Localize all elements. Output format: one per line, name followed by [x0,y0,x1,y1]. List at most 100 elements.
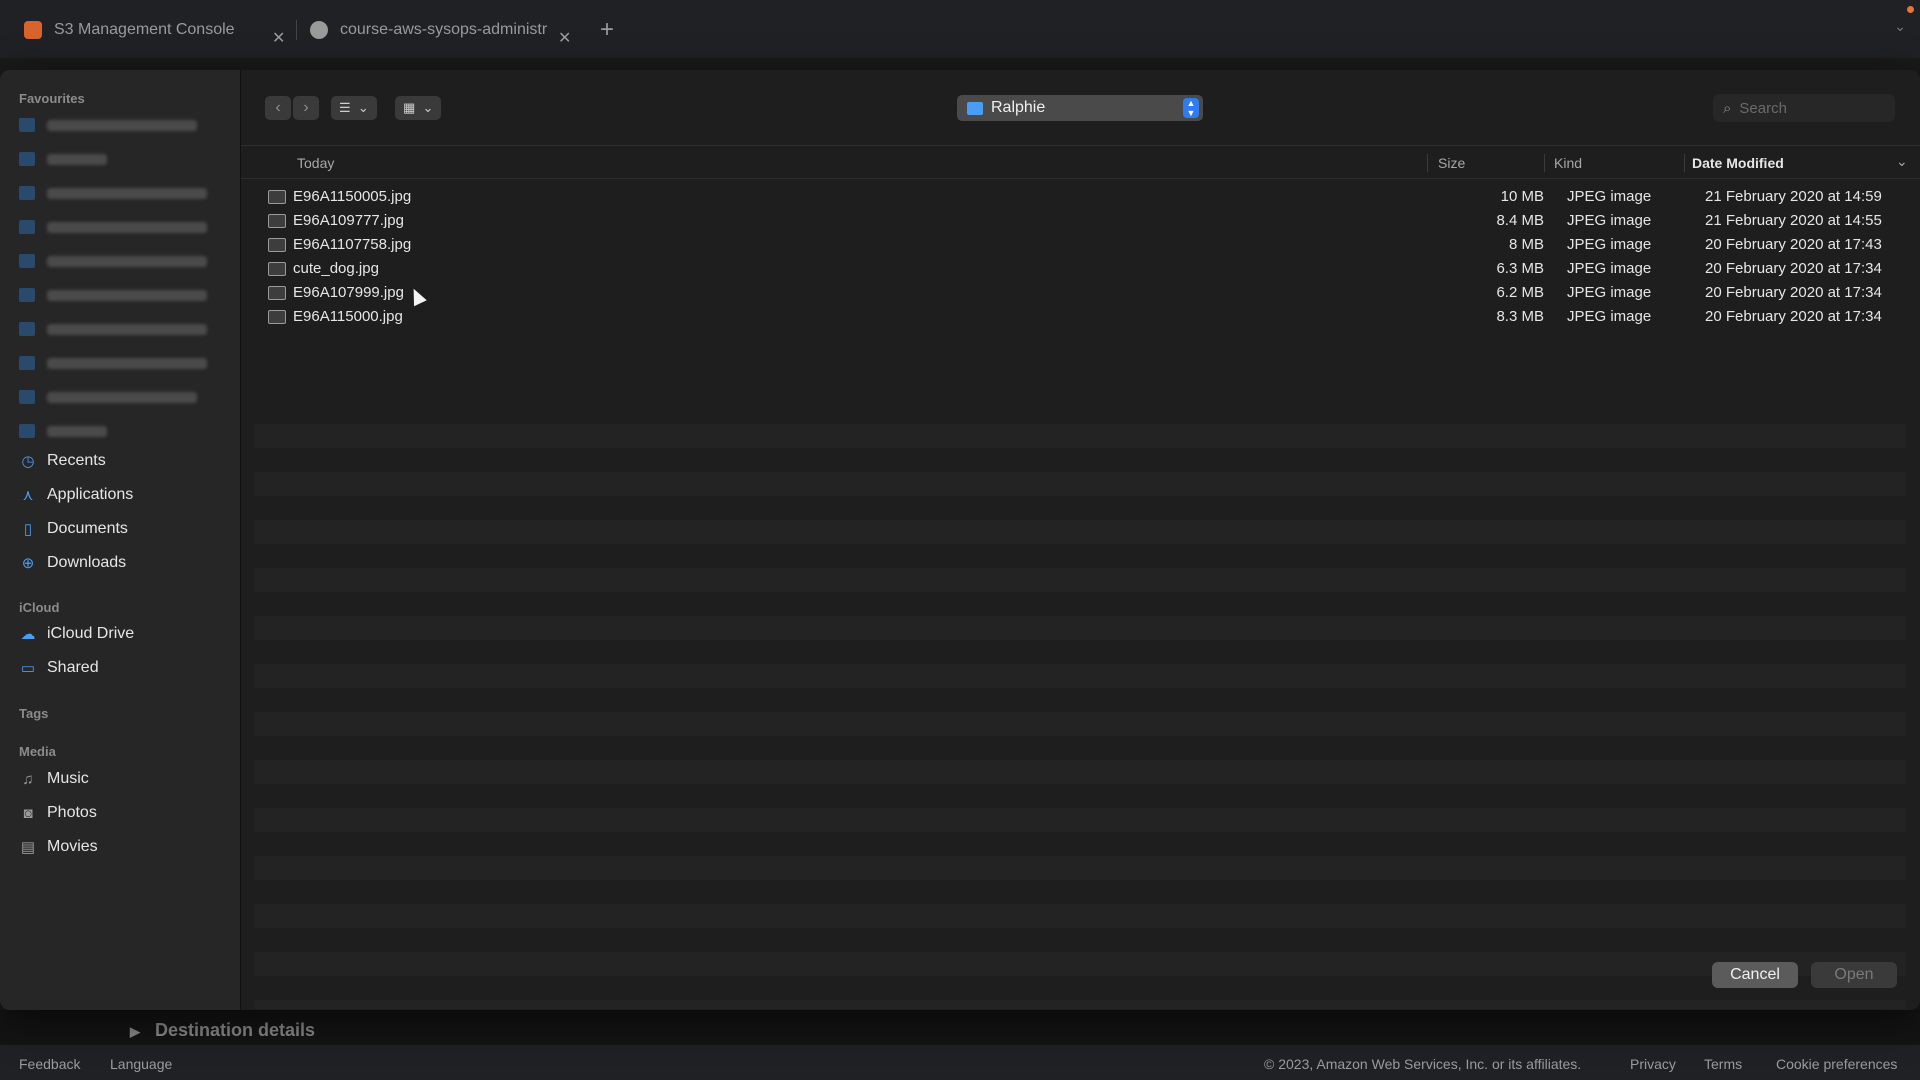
image-file-icon [268,286,286,300]
dialog-sidebar: Favourites ◷ Recents ⋏ Applications ▯ Do… [0,70,241,1010]
dialog-toolbar: ‹ › ☰ ⌄ ▦ ⌄ Ralphie ▲ ▼ ⌕ Search [241,70,1920,146]
folder-icon [967,101,983,115]
privacy-link[interactable]: Privacy [1630,1056,1676,1072]
sidebar-item-label: Documents [47,520,128,537]
search-field[interactable]: ⌕ Search [1713,94,1895,122]
open-button[interactable]: Open [1811,962,1897,988]
close-tab-icon[interactable]: ✕ [558,20,571,56]
sidebar-item-music[interactable]: ♫ Music [19,766,89,792]
image-file-icon [268,262,286,276]
sidebar-item-blurred[interactable] [19,152,107,166]
new-tab-button[interactable]: + [600,16,614,44]
sidebar-item-label: iCloud Drive [47,625,135,642]
search-placeholder: Search [1739,99,1787,117]
shared-folder-icon: ▭ [20,660,36,677]
image-file-icon [268,310,286,324]
file-name: E96A1107758.jpg [293,236,412,253]
icloud-header: iCloud [19,600,60,615]
back-button[interactable]: ‹ [265,96,291,120]
chevron-left-icon: ‹ [275,99,281,116]
list-view-button[interactable]: ☰ ⌄ [331,96,377,120]
sidebar-item-blurred[interactable] [19,424,107,438]
close-tab-icon[interactable]: ✕ [272,20,285,56]
sidebar-item-recents[interactable]: ◷ Recents [19,448,106,474]
destination-details-section[interactable]: ▶ Destination details [130,1020,315,1041]
sidebar-item-label: Downloads [47,554,127,571]
sidebar-item-label: Recents [47,452,106,469]
icon-view-button[interactable]: ▦ ⌄ [395,96,442,120]
feedback-link[interactable]: Feedback [19,1056,80,1072]
file-date: 20 February 2020 at 17:43 [1705,236,1882,253]
cancel-button[interactable]: Cancel [1712,962,1798,988]
image-file-icon [268,238,286,252]
image-file-icon [268,190,286,204]
tab-s3-console[interactable]: S3 Management Console [24,12,235,48]
sidebar-item-downloads[interactable]: ⊕ Downloads [19,550,126,576]
column-size-header[interactable]: Size [1438,155,1465,171]
file-kind: JPEG image [1567,284,1652,301]
file-size: 10 MB [1500,188,1544,205]
cloud-icon: ☁ [20,626,36,643]
tab-menu-chevron-icon[interactable]: ⌄ [1894,18,1906,35]
sidebar-item-label: Music [47,770,89,787]
sidebar-item-applications[interactable]: ⋏ Applications [19,482,134,508]
file-kind: JPEG image [1567,308,1652,325]
tab-divider [296,20,297,40]
file-size: 8.4 MB [1496,212,1544,229]
sidebar-item-photos[interactable]: ◙ Photos [19,800,96,826]
language-link[interactable]: Language [110,1056,172,1072]
sidebar-item-blurred[interactable] [19,220,207,234]
file-size: 6.3 MB [1496,260,1544,277]
tab-github-course[interactable]: course-aws-sysops-administr [310,12,547,48]
search-icon: ⌕ [1723,99,1732,117]
file-size: 8 MB [1508,236,1544,253]
github-favicon-icon [310,21,328,39]
grid-icon: ▦ [403,100,416,115]
music-icon: ♫ [22,770,34,788]
file-open-dialog: Favourites ◷ Recents ⋏ Applications ▯ Do… [0,70,1920,1010]
location-popup[interactable]: Ralphie ▲ ▼ [957,95,1203,121]
sidebar-item-documents[interactable]: ▯ Documents [19,516,128,542]
file-kind: JPEG image [1567,260,1652,277]
chevron-down-icon: ⌄ [357,100,369,115]
sidebar-item-movies[interactable]: ▤ Movies [19,834,98,860]
sidebar-item-blurred[interactable] [19,356,207,370]
cookie-preferences-link[interactable]: Cookie preferences [1776,1056,1897,1072]
column-name-header[interactable]: Today [297,155,334,171]
tags-header: Tags [19,706,49,721]
sidebar-item-blurred[interactable] [19,186,207,200]
sidebar-item-label: Shared [47,659,99,676]
document-icon: ▯ [23,521,33,538]
file-size: 8.3 MB [1496,308,1544,325]
favourites-header: Favourites [19,91,85,106]
column-kind-header[interactable]: Kind [1554,155,1582,171]
list-icon: ☰ [339,100,351,115]
location-name: Ralphie [991,99,1046,116]
terms-link[interactable]: Terms [1704,1056,1742,1072]
sidebar-item-label: Applications [47,486,134,503]
file-name: E96A1150005.jpg [293,188,412,205]
page-footer: Feedback Language © 2023, Amazon Web Ser… [0,1045,1920,1080]
file-date: 20 February 2020 at 17:34 [1705,284,1882,301]
file-row[interactable]: E96A115000.jpg 8.3 MB JPEG image 20 Febr… [254,304,1906,328]
forward-button[interactable]: › [293,96,319,120]
sidebar-item-blurred[interactable] [19,288,207,302]
sidebar-item-icloud-drive[interactable]: ☁ iCloud Drive [19,621,135,647]
column-date-header[interactable]: Date Modified [1692,155,1784,171]
sidebar-item-blurred[interactable] [19,322,207,336]
file-row[interactable]: E96A1107758.jpg 8 MB JPEG image 20 Febru… [254,232,1906,256]
file-row[interactable]: E96A109777.jpg 8.4 MB JPEG image 21 Febr… [254,208,1906,232]
tab-title: S3 Management Console [54,21,235,38]
film-icon: ▤ [20,839,36,856]
file-row[interactable]: E96A1150005.jpg 10 MB JPEG image 21 Febr… [254,184,1906,208]
sidebar-item-blurred[interactable] [19,118,197,132]
file-row[interactable]: cute_dog.jpg 6.3 MB JPEG image 20 Februa… [254,256,1906,280]
browser-tab-bar: S3 Management Console ✕ course-aws-sysop… [0,0,1920,58]
sidebar-item-shared[interactable]: ▭ Shared [19,655,99,681]
file-date: 20 February 2020 at 17:34 [1705,308,1882,325]
copyright-text: © 2023, Amazon Web Services, Inc. or its… [1264,1056,1582,1072]
sidebar-item-blurred[interactable] [19,390,197,404]
file-row[interactable]: E96A107999.jpg 6.2 MB JPEG image 20 Febr… [254,280,1906,304]
sidebar-item-label: Movies [47,838,98,855]
sidebar-item-blurred[interactable] [19,254,207,268]
